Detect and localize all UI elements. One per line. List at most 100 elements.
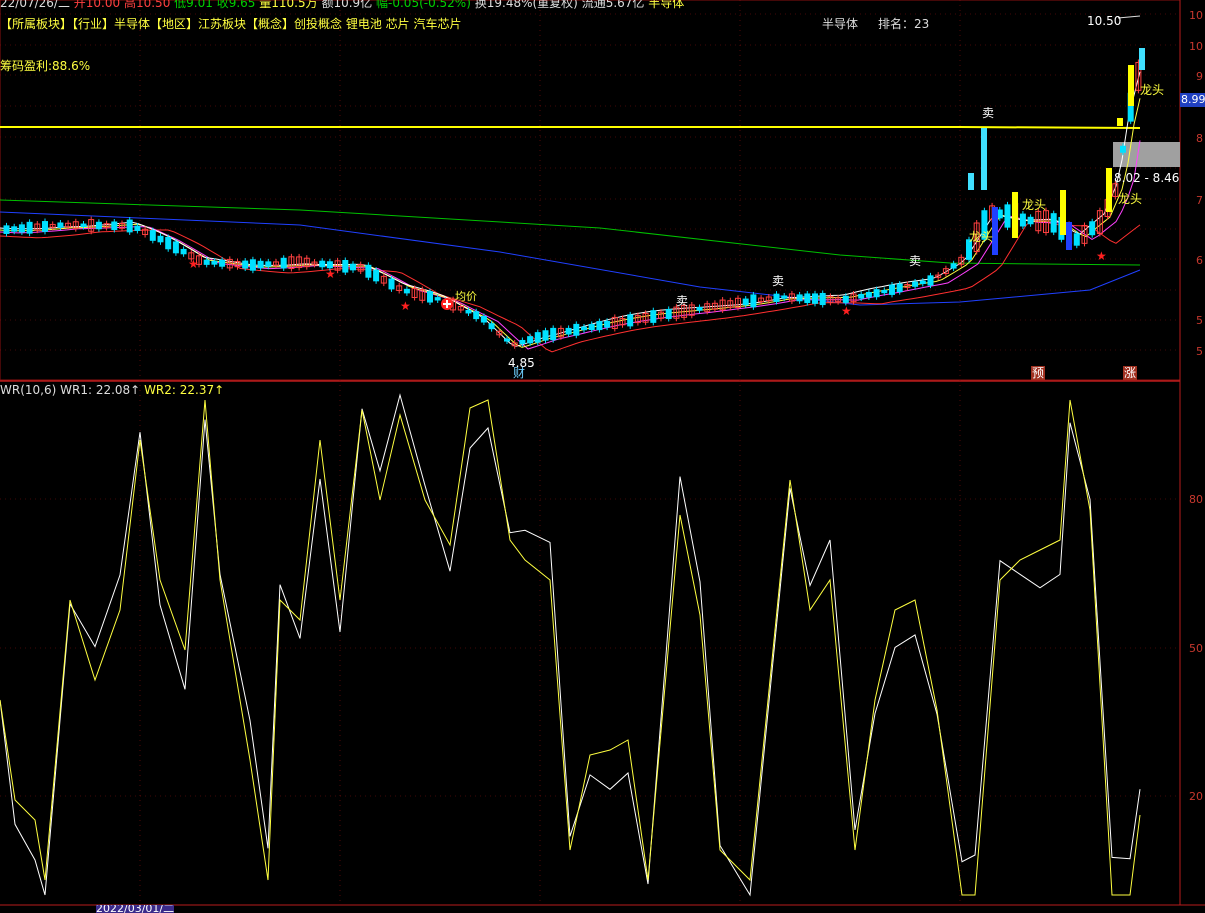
dragon-marker: 龙头 bbox=[969, 230, 994, 244]
candle-body bbox=[203, 259, 210, 265]
price-axis-label: 8 bbox=[1196, 132, 1203, 145]
dragon-marker: 龙头 bbox=[1022, 198, 1047, 212]
quote-float: 流通5.67亿 bbox=[581, 0, 645, 10]
finance-marker[interactable]: 财 bbox=[513, 366, 525, 380]
kline-chart[interactable]: ★ ★ ★ ★ ★ bbox=[0, 0, 1205, 913]
quote-low: 低9.01 bbox=[174, 0, 213, 10]
ma10-line bbox=[0, 98, 1141, 348]
candle-body bbox=[819, 292, 826, 306]
candle-body bbox=[1120, 145, 1126, 153]
sell-marker: 卖 bbox=[909, 254, 922, 268]
candle-body bbox=[865, 291, 872, 298]
candle-body bbox=[542, 330, 549, 341]
candle-body bbox=[581, 326, 587, 331]
band-label: 8.02 - 8.46 bbox=[1114, 171, 1180, 185]
candle-body bbox=[373, 269, 380, 282]
candle-body bbox=[165, 237, 172, 250]
candle-body bbox=[919, 280, 926, 284]
candle-body bbox=[42, 221, 48, 232]
candle-body bbox=[80, 223, 87, 228]
candle-body bbox=[1073, 233, 1080, 246]
candle-body bbox=[465, 309, 472, 314]
highlight-candle bbox=[1139, 48, 1145, 70]
candle-body bbox=[696, 306, 703, 311]
candle-body bbox=[172, 241, 179, 254]
forecast-marker[interactable]: 预 bbox=[1031, 366, 1046, 380]
rank-industry: 半导体 bbox=[822, 17, 859, 31]
candle-body bbox=[573, 323, 580, 336]
candle-body bbox=[627, 314, 634, 327]
limit-line bbox=[0, 126, 1141, 129]
price-panel-frame bbox=[0, 0, 1181, 381]
price-axis-label: 7 bbox=[1196, 194, 1203, 207]
quote-bar: 22/07/26/二 开10.00 高10.50 低9.01 收9.65 量11… bbox=[0, 0, 684, 10]
candle-body bbox=[858, 293, 865, 299]
candle-body bbox=[473, 311, 480, 320]
highlight-candle bbox=[1060, 190, 1066, 235]
highlight-candle bbox=[981, 128, 987, 190]
candle-body bbox=[134, 225, 141, 231]
rise-marker[interactable]: 涨 bbox=[1123, 366, 1138, 380]
quote-sector: 半导体 bbox=[648, 0, 685, 10]
candle-body bbox=[604, 320, 611, 328]
candle-body bbox=[1050, 213, 1057, 233]
quote-turnover: 换19.48%(重复权) bbox=[474, 0, 578, 10]
quote-close: 收9.65 bbox=[216, 0, 256, 10]
candle-body bbox=[180, 248, 187, 255]
candle-body bbox=[650, 310, 657, 323]
candle-body bbox=[249, 259, 256, 271]
candle-body bbox=[242, 260, 249, 269]
wr-axis-label: 80 bbox=[1189, 493, 1203, 506]
quote-date: 22/07/26/二 bbox=[0, 0, 70, 10]
wr1-line bbox=[0, 393, 1141, 897]
candle-body bbox=[796, 294, 803, 302]
candle-body bbox=[750, 294, 757, 308]
candle-body bbox=[950, 263, 957, 269]
candle-body bbox=[111, 221, 118, 230]
candle-body bbox=[996, 209, 1003, 219]
candle-body bbox=[126, 219, 133, 233]
candle-body bbox=[1019, 213, 1026, 227]
wr1-value: WR1: 22.08↑ bbox=[60, 383, 141, 397]
candle-body bbox=[95, 221, 102, 230]
candle-body bbox=[257, 260, 264, 269]
candle-body bbox=[480, 315, 487, 323]
star-marker: ★ bbox=[841, 304, 852, 318]
profit-label: 筹码盈利:88.6% bbox=[0, 59, 91, 73]
star-marker: ★ bbox=[188, 257, 199, 271]
indicator-name: WR(10,6) bbox=[0, 383, 57, 397]
current-price-tag: 8.99 bbox=[1180, 93, 1205, 107]
star-marker: ★ bbox=[1096, 249, 1107, 263]
candle-body bbox=[157, 235, 164, 243]
grid-lines bbox=[0, 0, 1180, 905]
moving-average-lines bbox=[0, 71, 1141, 353]
quote-high: 高10.50 bbox=[123, 0, 171, 10]
candle-body bbox=[211, 260, 218, 265]
highlight-candle bbox=[1106, 168, 1112, 212]
candle-body bbox=[388, 278, 395, 290]
quote-volume: 量110.5万 bbox=[259, 0, 318, 10]
candle-body bbox=[550, 327, 557, 341]
max-price-label: 10.50 bbox=[1087, 14, 1122, 28]
price-axis-label: 6 bbox=[1196, 254, 1203, 267]
candle-body bbox=[319, 260, 326, 268]
wr-lines bbox=[0, 393, 1141, 897]
candle-body bbox=[1027, 216, 1034, 225]
date-cursor-box: 2022/03/01/二 bbox=[96, 905, 175, 913]
ma5-line bbox=[0, 71, 1141, 347]
candle-body bbox=[18, 224, 25, 233]
avg-price-label: 均价 bbox=[455, 290, 477, 303]
candle-body bbox=[812, 293, 818, 304]
highlight-candle bbox=[1012, 192, 1018, 238]
candle-body bbox=[427, 291, 433, 303]
candle-body bbox=[57, 222, 64, 228]
wr2-line bbox=[0, 399, 1141, 896]
candle-body bbox=[3, 225, 10, 234]
highlight-candle bbox=[1066, 222, 1072, 250]
indicator-header[interactable]: WR(10,6) WR1: 22.08↑ WR2: 22.37↑ bbox=[0, 383, 224, 397]
candle-body bbox=[565, 327, 572, 335]
candle-body bbox=[773, 293, 780, 302]
candle-body bbox=[912, 281, 919, 287]
price-axis-label: 5 bbox=[1196, 314, 1203, 327]
price-axis-label: 9 bbox=[1196, 70, 1203, 83]
